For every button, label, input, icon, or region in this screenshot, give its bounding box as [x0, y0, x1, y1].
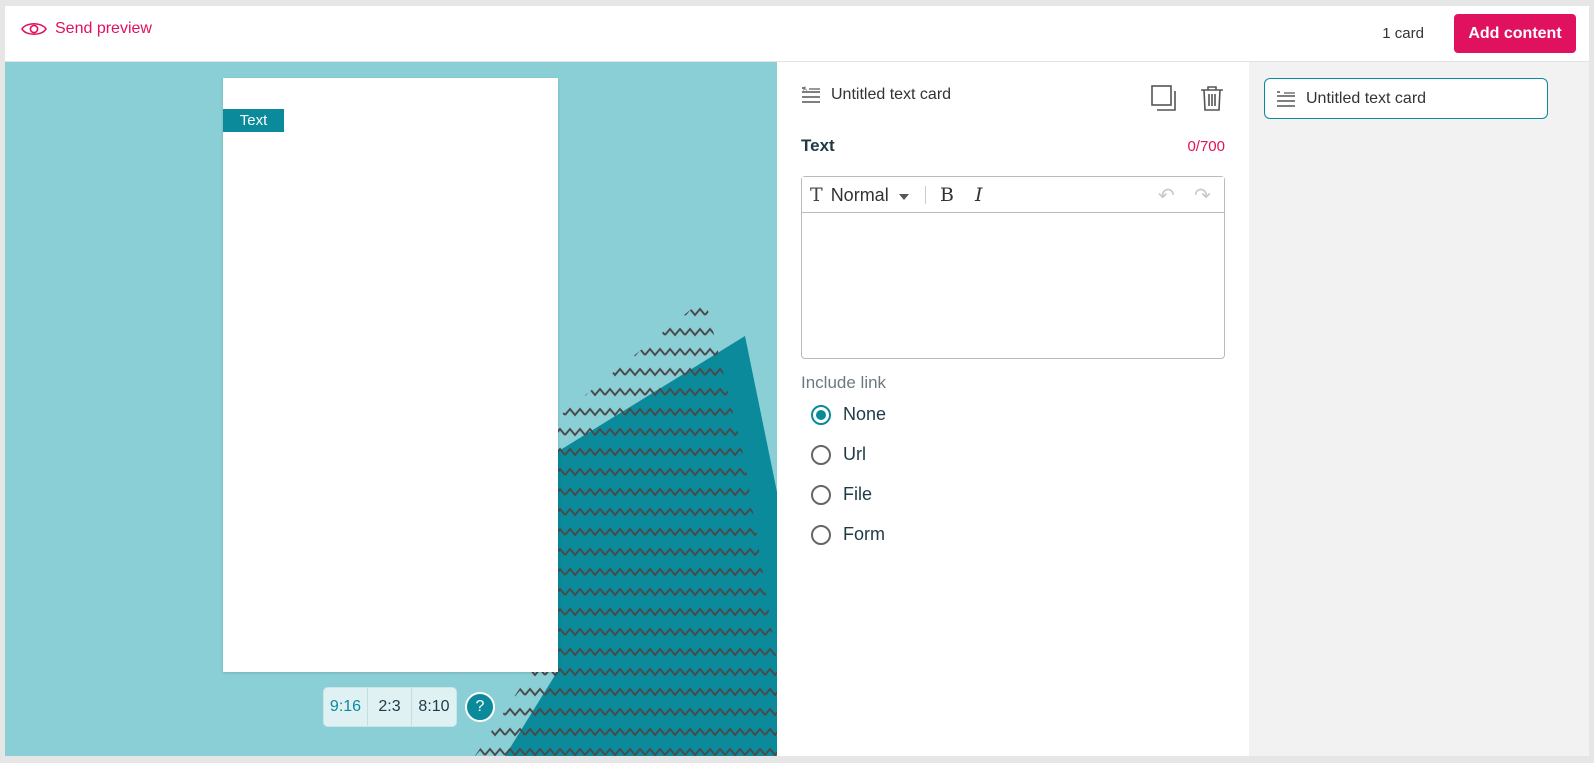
radio-checked-icon[interactable] — [811, 404, 831, 425]
link-option-none[interactable]: None — [811, 404, 886, 425]
card-title: Untitled text card — [831, 86, 952, 103]
ratio-8-10-button[interactable]: 8:10 — [412, 688, 456, 726]
link-option-label: File — [843, 484, 873, 504]
format-label: Normal — [830, 184, 889, 205]
svg-text:A: A — [803, 87, 807, 93]
rich-text-editor: T Normal B I ↶ ↷ — [801, 176, 1225, 359]
text-card-icon: A — [802, 87, 820, 103]
character-count: 0/700 — [1187, 138, 1225, 155]
card-editor: A Untitled text card Text 0/700 T Normal… — [777, 62, 1249, 756]
card-preview[interactable]: Text — [223, 78, 558, 672]
chevron-down-icon — [898, 193, 909, 200]
include-link-label: Include link — [801, 373, 887, 392]
card-list-sidebar: Untitled text card — [1249, 62, 1589, 756]
text-block-label[interactable]: Text — [223, 109, 284, 132]
send-preview-button[interactable]: Send preview — [21, 20, 152, 38]
top-bar: Send preview 1 card Add content — [5, 6, 1589, 62]
ratio-2-3-button[interactable]: 2:3 — [368, 688, 412, 726]
card-list-item-label: Untitled text card — [1306, 89, 1427, 107]
preview-canvas: Text 9:16 2:3 8:10 ? — [5, 62, 777, 756]
text-field-label: Text — [801, 136, 835, 155]
text-input-area[interactable] — [802, 213, 1224, 358]
card-list-item[interactable]: Untitled text card — [1264, 78, 1548, 119]
app-window: Send preview 1 card Add content Text 9:1… — [5, 6, 1589, 756]
send-preview-label: Send preview — [55, 20, 152, 37]
radio-unchecked-icon[interactable] — [811, 524, 831, 545]
help-icon[interactable]: ? — [465, 692, 495, 722]
radio-unchecked-icon[interactable] — [811, 444, 831, 465]
radio-unchecked-icon[interactable] — [811, 484, 831, 505]
editor-toolbar: T Normal B I ↶ ↷ — [802, 177, 1224, 213]
link-option-label: Form — [843, 524, 885, 544]
format-dropdown[interactable]: T Normal — [810, 177, 909, 213]
italic-button[interactable]: I — [975, 177, 983, 213]
text-format-icon: T — [810, 184, 823, 206]
aspect-ratio-selector: 9:16 2:3 8:10 — [324, 688, 456, 726]
undo-icon[interactable]: ↶ — [1158, 177, 1175, 213]
redo-icon[interactable]: ↷ — [1194, 177, 1211, 213]
link-option-file[interactable]: File — [811, 484, 872, 505]
link-option-url[interactable]: Url — [811, 444, 866, 465]
text-card-icon — [1277, 90, 1295, 107]
link-option-label: Url — [843, 444, 866, 464]
link-option-label: None — [843, 404, 887, 424]
duplicate-icon[interactable] — [1150, 84, 1178, 112]
link-option-form[interactable]: Form — [811, 524, 885, 545]
ratio-9-16-button[interactable]: 9:16 — [324, 688, 368, 726]
card-count: 1 card — [1382, 25, 1424, 42]
add-content-button[interactable]: Add content — [1454, 14, 1576, 53]
trash-icon[interactable] — [1198, 84, 1226, 112]
bold-button[interactable]: B — [940, 177, 954, 213]
card-header: A Untitled text card — [801, 86, 951, 104]
eye-icon — [21, 22, 47, 36]
toolbar-divider — [925, 186, 926, 204]
